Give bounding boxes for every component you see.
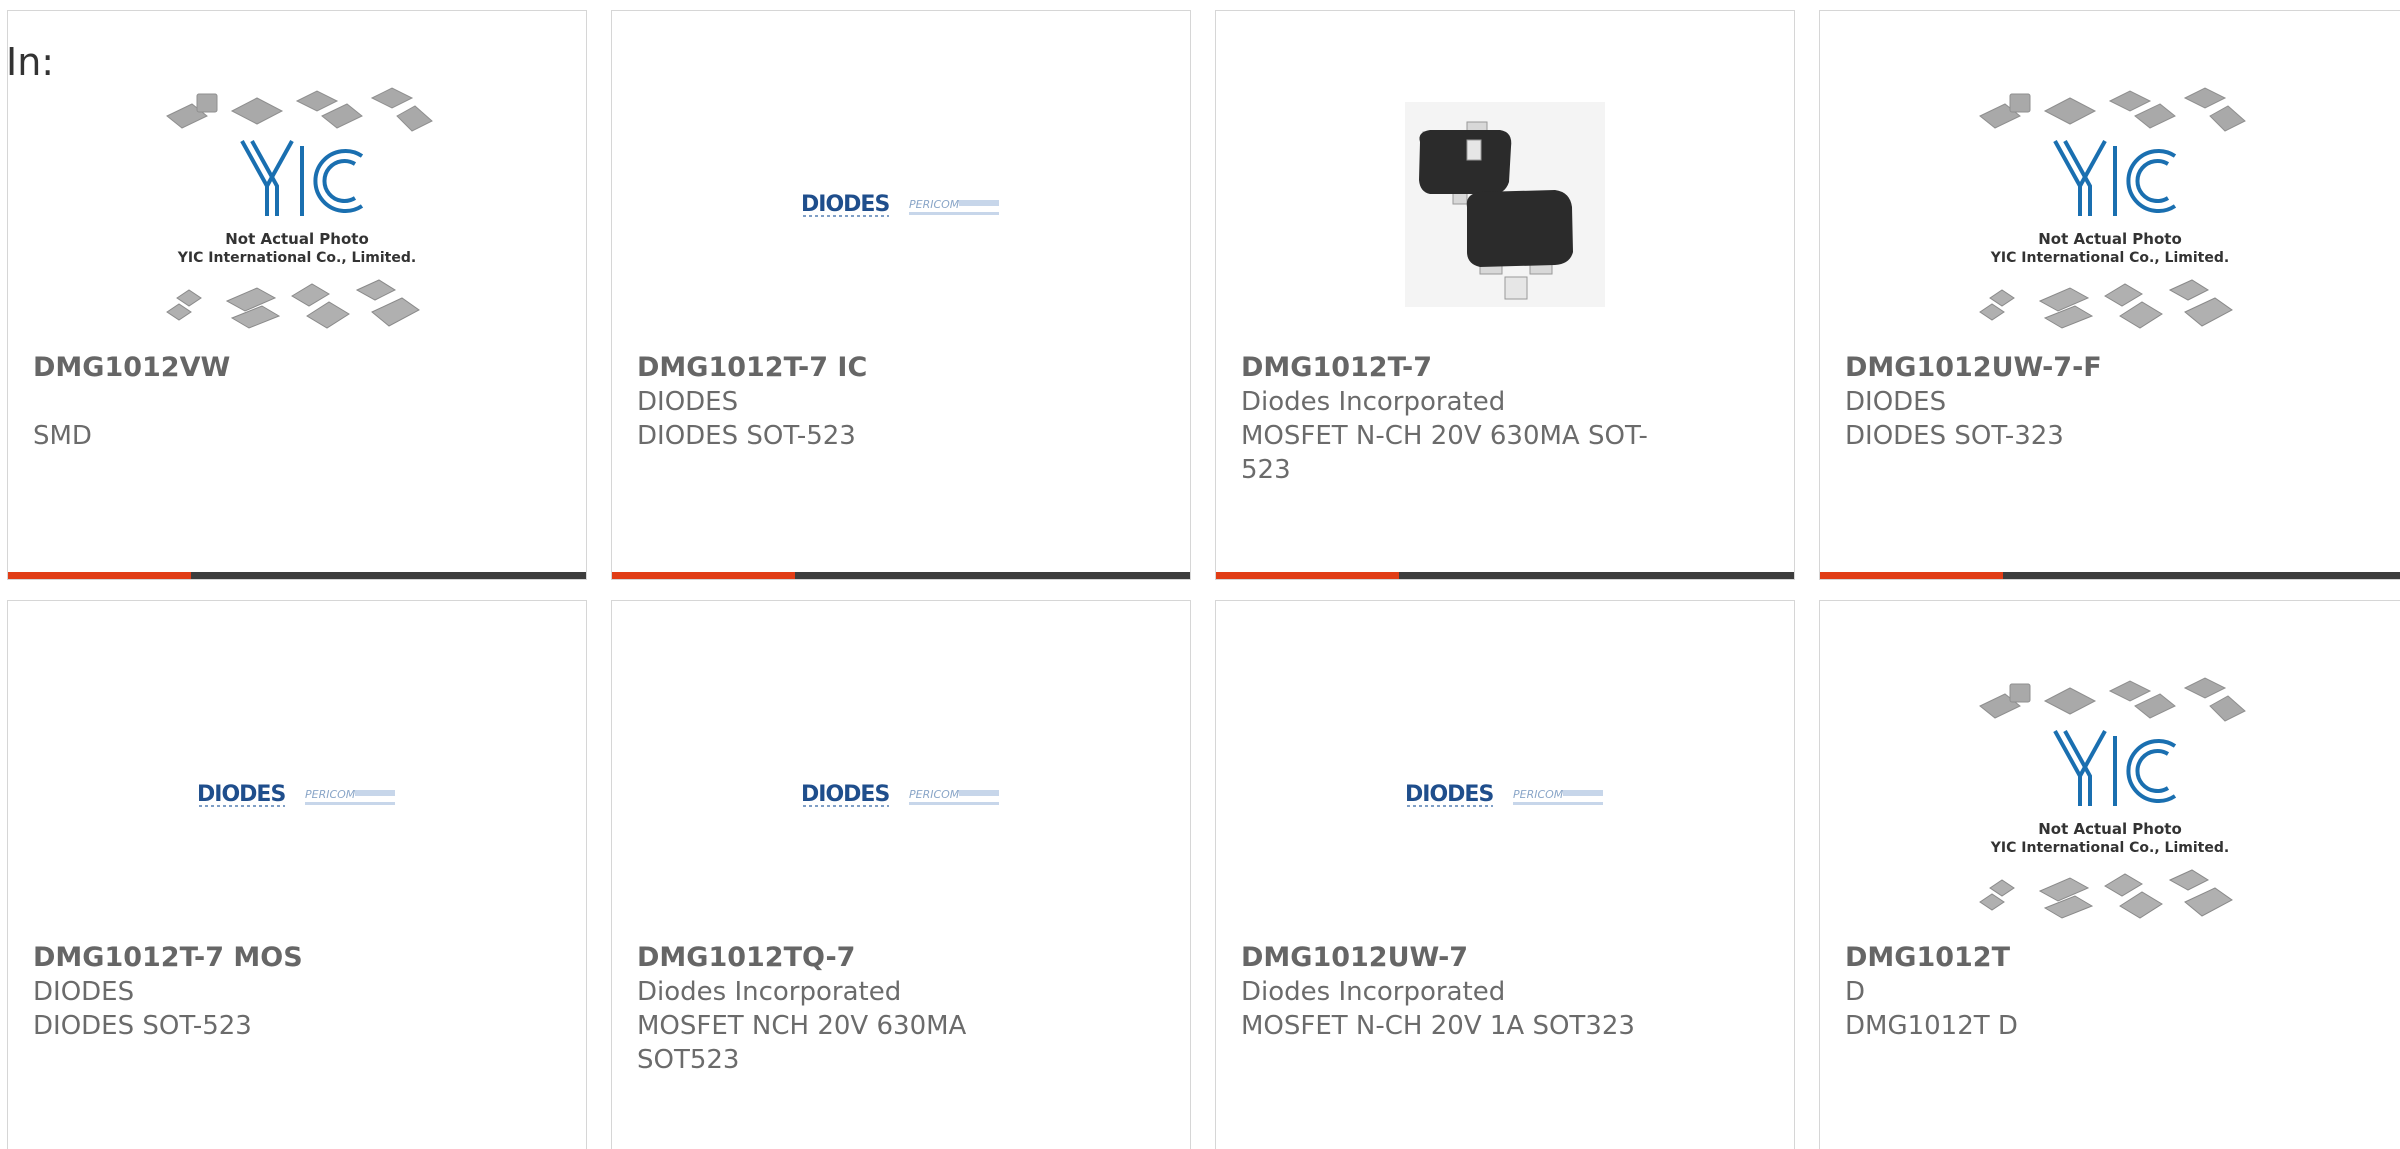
svg-text:DIODES: DIODES <box>801 192 889 217</box>
product-image[interactable]: DIODES PERICOM <box>612 651 1190 941</box>
product-info: DMG1012T-7 MOS DIODES DIODES SOT-523 <box>33 941 446 1043</box>
yic-placeholder-image: Not Actual Photo YIC International Co., … <box>1970 666 2250 926</box>
description: MOSFET N-CH 20V 1A SOT323 <box>1241 1011 1635 1041</box>
manufacturer: D <box>1845 977 1866 1007</box>
manufacturer: DIODES <box>33 977 135 1007</box>
product-card[interactable]: Not Actual Photo YIC International Co., … <box>1819 600 2400 1149</box>
part-number[interactable]: DMG1012UW-7-F <box>1845 351 2268 385</box>
product-info: DMG1012T D DMG1012T D <box>1845 941 2268 1043</box>
manufacturer: Diodes Incorporated <box>637 977 902 1007</box>
svg-text:PERICOM: PERICOM <box>305 788 356 801</box>
card-accent-bar <box>8 572 586 579</box>
svg-text:DIODES: DIODES <box>801 782 889 807</box>
in-label: In: <box>6 40 55 84</box>
svg-text:YIC International Co., Limited: YIC International Co., Limited. <box>1990 250 2229 266</box>
diodes-pericom-logo: DIODES PERICOM <box>801 781 1001 811</box>
product-info: DMG1012UW-7 Diodes Incorporated MOSFET N… <box>1241 941 1654 1043</box>
description: DMG1012T D <box>1845 1011 2018 1041</box>
svg-text:Not Actual Photo: Not Actual Photo <box>225 230 369 248</box>
svg-text:DIODES: DIODES <box>1405 782 1493 807</box>
product-info: DMG1012VW SMD <box>33 351 446 453</box>
product-card[interactable]: DIODES PERICOM DMG1012T-7 IC DIODES DIOD… <box>611 10 1191 580</box>
part-number[interactable]: DMG1012UW-7 <box>1241 941 1654 975</box>
accent-segment <box>612 572 795 579</box>
diodes-pericom-logo: DIODES PERICOM <box>197 781 397 811</box>
card-accent-bar <box>1820 572 2400 579</box>
description: MOSFET N-CH 20V 630MA SOT-523 <box>1241 421 1648 485</box>
part-number[interactable]: DMG1012TQ-7 <box>637 941 1050 975</box>
svg-text:Not Actual Photo: Not Actual Photo <box>2038 820 2182 838</box>
part-number[interactable]: DMG1012T-7 <box>1241 351 1654 385</box>
svg-text:PERICOM: PERICOM <box>909 198 960 211</box>
description: DIODES SOT-523 <box>637 421 856 451</box>
yic-placeholder-image: Not Actual Photo YIC International Co., … <box>1970 76 2250 336</box>
part-number[interactable]: DMG1012T <box>1845 941 2268 975</box>
description: MOSFET NCH 20V 630MA SOT523 <box>637 1011 967 1075</box>
product-image[interactable]: Not Actual Photo YIC International Co., … <box>8 61 586 351</box>
manufacturer <box>33 385 446 419</box>
description: SMD <box>33 421 92 451</box>
product-card[interactable]: DMG1012T-7 Diodes Incorporated MOSFET N-… <box>1215 10 1795 580</box>
card-accent-bar <box>612 572 1190 579</box>
description: DIODES SOT-523 <box>33 1011 252 1041</box>
product-card[interactable]: DIODES PERICOM DMG1012TQ-7 Diodes Incorp… <box>611 600 1191 1149</box>
svg-text:DIODES: DIODES <box>197 782 285 807</box>
product-card[interactable]: DIODES PERICOM DMG1012T-7 MOS DIODES DIO… <box>7 600 587 1149</box>
product-image[interactable]: DIODES PERICOM <box>612 61 1190 351</box>
product-card[interactable]: DIODES PERICOM DMG1012UW-7 Diodes Incorp… <box>1215 600 1795 1149</box>
svg-text:PERICOM: PERICOM <box>909 788 960 801</box>
svg-text:YIC International Co., Limited: YIC International Co., Limited. <box>177 250 416 266</box>
description: DIODES SOT-323 <box>1845 421 2064 451</box>
accent-segment <box>8 572 191 579</box>
product-image[interactable]: Not Actual Photo YIC International Co., … <box>1820 61 2400 351</box>
manufacturer: Diodes Incorporated <box>1241 387 1506 417</box>
manufacturer: Diodes Incorporated <box>1241 977 1506 1007</box>
manufacturer: DIODES <box>1845 387 1947 417</box>
svg-text:PERICOM: PERICOM <box>1513 788 1564 801</box>
product-info: DMG1012T-7 IC DIODES DIODES SOT-523 <box>637 351 1050 453</box>
product-card[interactable]: Not Actual Photo YIC International Co., … <box>1819 10 2400 580</box>
product-image[interactable]: DIODES PERICOM <box>1216 651 1794 941</box>
svg-text:YIC International Co., Limited: YIC International Co., Limited. <box>1990 840 2229 856</box>
product-image[interactable]: DIODES PERICOM <box>8 651 586 941</box>
accent-segment <box>1820 572 2003 579</box>
product-image[interactable]: Not Actual Photo YIC International Co., … <box>1820 651 2400 941</box>
diodes-pericom-logo: DIODES PERICOM <box>1405 781 1605 811</box>
manufacturer: DIODES <box>637 387 739 417</box>
product-card[interactable]: Not Actual Photo YIC International Co., … <box>7 10 587 580</box>
svg-text:Not Actual Photo: Not Actual Photo <box>2038 230 2182 248</box>
product-info: DMG1012TQ-7 Diodes Incorporated MOSFET N… <box>637 941 1050 1077</box>
yic-placeholder-image: Not Actual Photo YIC International Co., … <box>157 76 437 336</box>
part-number[interactable]: DMG1012T-7 IC <box>637 351 1050 385</box>
part-number[interactable]: DMG1012T-7 MOS <box>33 941 446 975</box>
product-info: DMG1012T-7 Diodes Incorporated MOSFET N-… <box>1241 351 1654 487</box>
diodes-pericom-logo: DIODES PERICOM <box>801 191 1001 221</box>
sot523-package-photo <box>1405 101 1605 311</box>
part-number[interactable]: DMG1012VW <box>33 351 446 385</box>
accent-segment <box>1216 572 1399 579</box>
card-accent-bar <box>1216 572 1794 579</box>
product-image[interactable] <box>1216 61 1794 351</box>
product-info: DMG1012UW-7-F DIODES DIODES SOT-323 <box>1845 351 2268 453</box>
product-grid-page: In: Not Actual Photo YIC International C… <box>0 0 2400 1149</box>
